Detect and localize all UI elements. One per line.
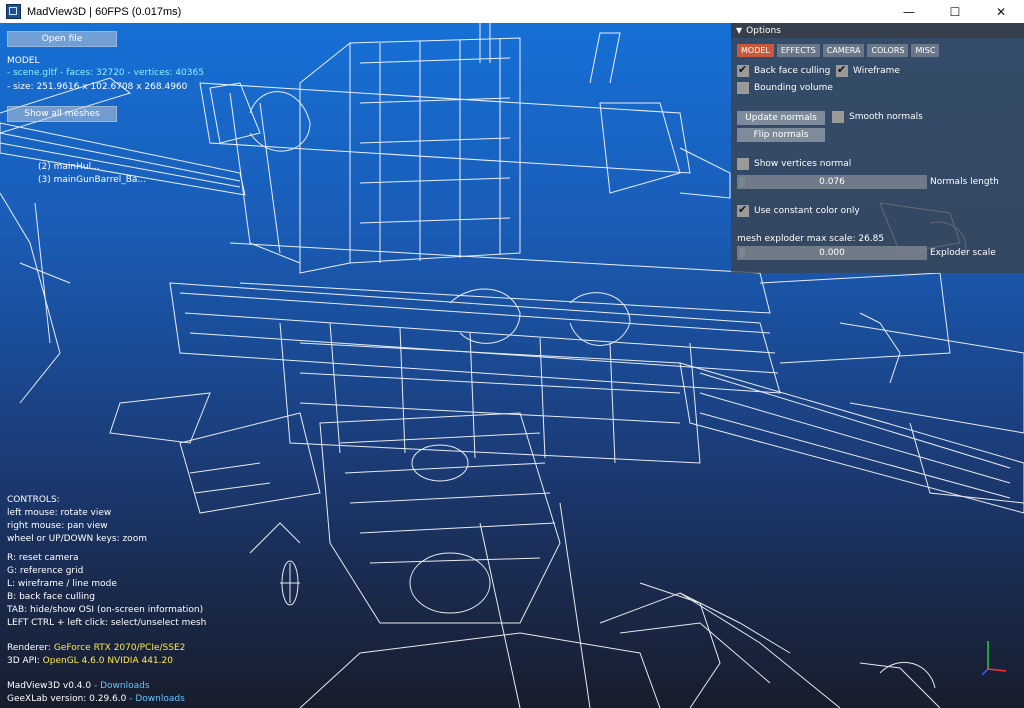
wireframe-checkbox[interactable]: Wireframe — [836, 63, 900, 77]
options-tabs: MODEL EFFECTS CAMERA COLORS MISC — [737, 44, 940, 57]
exploder-scale-value: 0.000 — [819, 248, 845, 258]
collapse-triangle-icon: ▼ — [736, 26, 743, 35]
checkbox-checked-icon — [737, 63, 749, 77]
key-line: TAB: hide/show OSI (on-screen informatio… — [7, 605, 204, 615]
normals-length-label: Normals length — [930, 177, 999, 187]
key-line: L: wireframe / line mode — [7, 579, 117, 589]
back-face-culling-checkbox[interactable]: Back face culling — [737, 63, 831, 77]
back-face-culling-label: Back face culling — [754, 66, 831, 76]
checkbox-unchecked-icon — [737, 82, 749, 94]
model-filename: - scene.gltf — [7, 68, 58, 78]
api-value: OpenGL 4.6.0 NVIDIA 441.20 — [42, 656, 173, 666]
minimize-icon: — — [903, 4, 915, 19]
maximize-icon: ☐ — [949, 4, 961, 19]
open-file-button[interactable]: Open file — [7, 31, 117, 47]
geexlab-line: GeeXLab version: 0.29.6.0 - Downloads — [7, 693, 185, 705]
api-line: 3D API: OpenGL 4.6.0 NVIDIA 441.20 — [7, 655, 173, 667]
options-header[interactable]: ▼ Options — [731, 23, 1024, 38]
slider-grab[interactable] — [739, 177, 745, 187]
3d-viewport[interactable]: Open file MODEL - scene.gltf - faces: 32… — [0, 23, 1024, 708]
exploder-max-scale-label: mesh exploder max scale: 26.85 — [737, 234, 885, 244]
slider-grab[interactable] — [739, 248, 745, 258]
exploder-scale-slider[interactable]: 0.000 — [737, 246, 927, 260]
wireframe-label: Wireframe — [853, 66, 900, 76]
gun-barrel-left — [0, 77, 246, 404]
normals-length-value: 0.076 — [819, 177, 845, 187]
open-file-label: Open file — [41, 34, 83, 44]
checkbox-unchecked-icon — [832, 111, 844, 123]
window-title: MadView3D | 60FPS (0.017ms) — [27, 5, 182, 18]
tab-camera[interactable]: CAMERA — [822, 44, 865, 57]
tab-colors[interactable]: COLORS — [867, 44, 909, 57]
version-line: MadView3D v0.4.0 - Downloads — [7, 680, 150, 692]
close-button[interactable]: ✕ — [978, 0, 1024, 23]
downloads-link[interactable]: - Downloads — [94, 681, 150, 691]
key-line: R: reset camera — [7, 553, 79, 563]
tab-misc[interactable]: MISC — [911, 44, 940, 57]
minimize-button[interactable]: — — [886, 0, 932, 23]
axis-gizmo-icon — [981, 641, 1007, 675]
key-line: B: back face culling — [7, 592, 95, 602]
control-line: left mouse: rotate view — [7, 508, 112, 518]
window-controls: — ☐ ✕ — [886, 0, 1024, 23]
maximize-button[interactable]: ☐ — [932, 0, 978, 23]
model-info-line: - scene.gltf - faces: 32720 - vertices: … — [7, 67, 204, 79]
bottom-frame — [299, 502, 941, 708]
api-label: 3D API: — [7, 656, 40, 666]
mesh-list-item[interactable]: (3) mainGunBarrel_Ba... — [38, 174, 146, 186]
exploder-scale-label: Exploder scale — [930, 248, 996, 258]
controls-heading: CONTROLS: — [7, 495, 60, 505]
base-mechanism — [109, 392, 561, 624]
mesh-list-item[interactable]: (2) mainHul... — [38, 161, 100, 173]
checkbox-unchecked-icon — [737, 158, 749, 170]
model-size: - size: 251.9616 x 102.6708 x 268.4960 — [7, 82, 188, 92]
show-vertices-normal-checkbox[interactable]: Show vertices normal — [737, 158, 851, 170]
bounding-volume-label: Bounding volume — [754, 83, 833, 93]
checkbox-checked-icon — [737, 203, 749, 217]
options-title: Options — [746, 25, 781, 36]
bounding-volume-checkbox[interactable]: Bounding volume — [737, 82, 833, 94]
key-line: LEFT CTRL + left click: select/unselect … — [7, 618, 207, 628]
control-line: right mouse: pan view — [7, 521, 108, 531]
update-normals-button[interactable]: Update normals — [737, 111, 825, 125]
show-all-meshes-label: Show all meshes — [24, 109, 100, 119]
smooth-normals-label: Smooth normals — [849, 112, 923, 122]
use-constant-color-checkbox[interactable]: Use constant color only — [737, 203, 860, 217]
mount-body — [169, 242, 1024, 464]
renderer-label: Renderer: — [7, 643, 51, 653]
use-constant-color-label: Use constant color only — [754, 206, 860, 216]
smooth-normals-checkbox[interactable]: Smooth normals — [832, 111, 923, 123]
normals-length-slider[interactable]: 0.076 — [737, 175, 927, 189]
geexlab-downloads-link[interactable]: - Downloads — [129, 694, 185, 704]
tab-model[interactable]: MODEL — [737, 44, 774, 57]
tab-effects[interactable]: EFFECTS — [776, 44, 820, 57]
checkbox-checked-icon — [836, 63, 848, 77]
app-icon — [6, 4, 21, 19]
key-line: G: reference grid — [7, 566, 84, 576]
geexlab-text: GeeXLab version: 0.29.6.0 — [7, 694, 127, 704]
show-all-meshes-button[interactable]: Show all meshes — [7, 106, 117, 122]
flip-normals-label: Flip normals — [753, 130, 809, 140]
turret-top — [199, 23, 731, 274]
lower-rail — [679, 362, 1024, 514]
model-heading: MODEL — [7, 56, 40, 66]
model-vertices: - vertices: 40365 — [127, 68, 204, 78]
version-text: MadView3D v0.4.0 — [7, 681, 92, 691]
options-panel: ▼ Options MODEL EFFECTS CAMERA COLORS MI… — [731, 23, 1024, 273]
model-faces: - faces: 32720 — [60, 68, 125, 78]
flip-normals-button[interactable]: Flip normals — [737, 128, 825, 142]
show-vertices-normal-label: Show vertices normal — [754, 159, 852, 169]
control-line: wheel or UP/DOWN keys: zoom — [7, 534, 147, 544]
window-titlebar: MadView3D | 60FPS (0.017ms) — ☐ ✕ — [0, 0, 1024, 24]
renderer-line: Renderer: GeForce RTX 2070/PCIe/SSE2 — [7, 642, 185, 654]
renderer-value: GeForce RTX 2070/PCIe/SSE2 — [53, 643, 186, 653]
close-icon: ✕ — [995, 4, 1007, 19]
update-normals-label: Update normals — [745, 113, 817, 123]
